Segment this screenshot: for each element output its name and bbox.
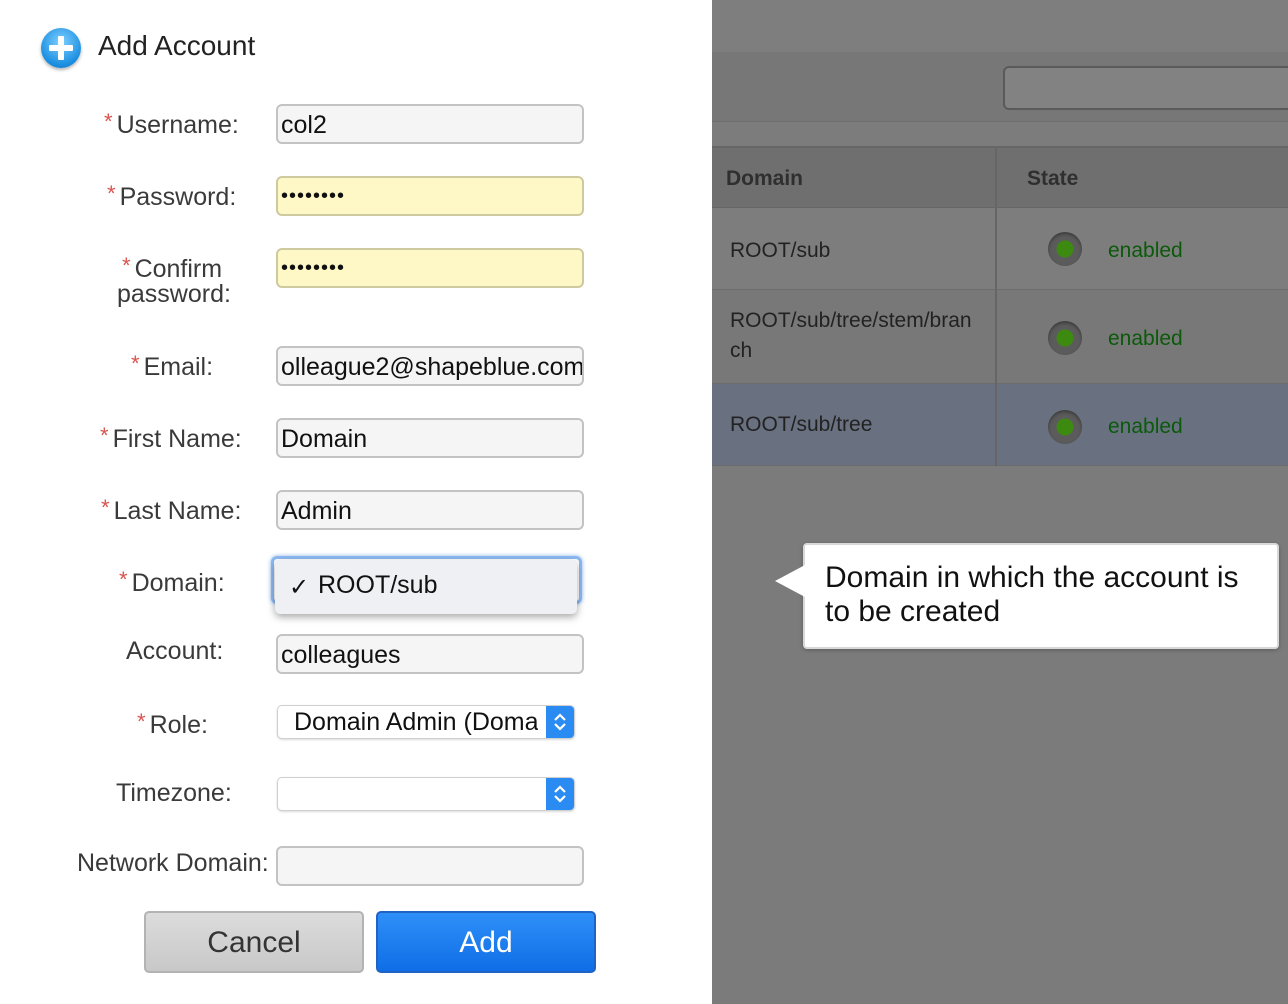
first-name-label: * First Name: [100,423,242,453]
required-marker: * [107,181,116,206]
username-label: * Username: [104,109,239,139]
add-button[interactable]: Add [376,911,596,973]
last-name-input[interactable]: Admin [276,490,584,530]
background-separator [712,122,1288,146]
role-label: * Role: [137,709,208,739]
required-marker: * [137,709,146,734]
email-label: * Email: [131,351,214,381]
row-state: enabled [1108,415,1183,438]
row-domain: ROOT/sub/tree/stem/branch [730,309,972,362]
last-name-label: * Last Name: [101,495,242,525]
required-marker: * [100,423,109,448]
table-row: ROOT/sub/tree/stem/branch enabled [712,290,1288,384]
background-app: Domain State ROOT/sub enabled ROOT/sub/t… [712,0,1288,1004]
domain-label: * Domain: [119,567,225,597]
column-header-state: State [1027,167,1079,190]
role-selected-value: Domain Admin (Domain Admin) [294,708,538,736]
column-header-domain: Domain [726,167,804,190]
username-input[interactable]: col2 [276,104,584,144]
dialog-title: Add Account [98,30,256,61]
row-state: enabled [1108,239,1183,262]
confirm-password-label-line2: password: [117,280,231,308]
tooltip-text: Domain in which the account is to be cre… [825,561,1239,628]
table-row: ROOT/sub/tree enabled [712,384,1288,466]
required-marker: * [122,253,131,278]
select-arrows-icon[interactable] [546,706,574,738]
add-account-dialog: Add Account * Username: col2 * Password: •… [0,0,712,1004]
required-marker: * [101,495,110,520]
table-row: ROOT/sub enabled [712,208,1288,290]
background-search-input [1003,66,1288,110]
email-input[interactable]: olleague2@shapeblue.com [276,346,584,386]
password-input[interactable]: •••••••• [276,176,584,216]
state-enabled-icon [1048,232,1082,266]
domain-dropdown-menu: ✓ ROOT/sub [275,560,577,614]
network-domain-input[interactable] [276,846,584,886]
column-divider [995,146,997,466]
tooltip-arrow [775,565,805,597]
state-enabled-icon [1048,410,1082,444]
password-label: * Password: [107,181,237,211]
account-input[interactable]: colleagues [276,634,584,674]
row-state: enabled [1108,327,1183,350]
checkmark-icon: ✓ [289,574,310,601]
select-arrows-icon[interactable] [546,778,574,810]
required-marker: * [119,567,128,592]
cancel-button[interactable]: Cancel [144,911,364,973]
confirm-password-label-line1: * Confirm [122,253,223,283]
first-name-input[interactable]: Domain [276,418,584,458]
add-plus-icon [41,28,81,68]
state-enabled-icon [1048,321,1082,355]
timezone-select[interactable] [277,777,575,811]
row-domain: ROOT/sub/tree [730,413,873,436]
domain-option-root-sub[interactable]: ROOT/sub [318,571,437,600]
background-topbar [712,0,1288,52]
account-label: Account: [126,637,224,665]
domain-tooltip: Domain in which the account is to be cre… [775,543,1279,649]
required-marker: * [131,351,140,376]
confirm-password-input[interactable]: •••••••• [276,248,584,288]
required-marker: * [104,109,113,134]
network-domain-label: Network Domain: [77,849,269,877]
row-domain: ROOT/sub [730,239,831,262]
grid-header: Domain State [712,146,1288,208]
timezone-label: Timezone: [116,779,232,807]
role-select[interactable]: Domain Admin (Domain Admin) [277,705,575,739]
